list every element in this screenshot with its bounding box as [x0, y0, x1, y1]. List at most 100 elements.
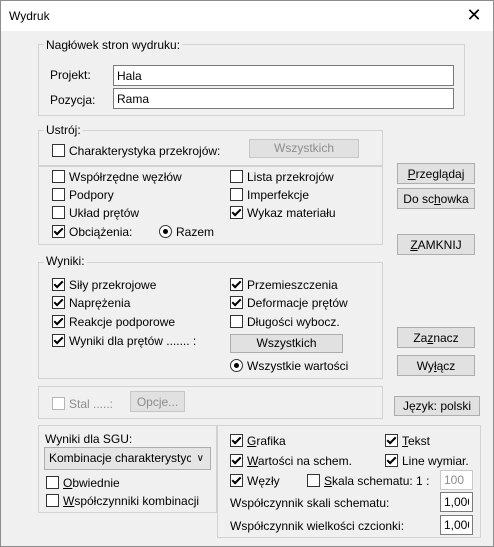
razem-radio[interactable]: Razem — [159, 225, 214, 239]
title-bar: Wydruk ✕ — [1, 1, 493, 31]
bars-layout-checkbox[interactable]: Układ prętów — [52, 206, 139, 220]
checkbox-box[interactable] — [230, 434, 243, 447]
envelopes-post: bwiednie — [72, 476, 120, 490]
checkbox-box[interactable] — [46, 476, 59, 489]
radio-circle[interactable] — [159, 225, 172, 238]
select-all-button[interactable]: Zaznacz — [397, 327, 475, 348]
text-checkbox[interactable]: Tekst — [385, 434, 430, 448]
select-pre: Za — [413, 331, 428, 345]
chevron-down-icon: ∨ — [196, 453, 204, 464]
reactions-label: Reakcje podporowe — [69, 315, 176, 329]
section-all-button[interactable]: Wszystkich — [249, 139, 359, 158]
select-post: nacz — [433, 331, 459, 345]
scheme-scale-checkbox[interactable]: Skala schematu: 1 : — [307, 474, 429, 488]
print-dialog: Wydruk ✕ Nagłówek stron wydruku: Projekt… — [0, 0, 494, 547]
razem-label: Razem — [176, 225, 215, 239]
dim-line-checkbox[interactable]: Line wymiar. — [385, 454, 469, 468]
checkbox-box[interactable] — [52, 188, 65, 201]
supports-checkbox[interactable]: Podpory — [52, 188, 114, 202]
nodes-coords-label: Współrzędne węzłów — [69, 170, 182, 184]
internal-forces-checkbox[interactable]: Siły przekrojowe — [52, 278, 156, 292]
language-button[interactable]: Język: polski — [394, 396, 480, 416]
sgu-dropdown[interactable]: Kombinacje charakterystyczne ∨ — [44, 447, 211, 470]
checkbox-box[interactable] — [307, 474, 320, 487]
imperfections-label: Imperfekcje — [247, 188, 310, 202]
font-factor-input[interactable] — [440, 515, 473, 535]
nodes-checkbox[interactable]: Węzły — [230, 474, 280, 488]
clipboard-button[interactable]: Do schowka — [397, 188, 475, 209]
close-accel: Z — [410, 238, 418, 252]
section-list-checkbox[interactable]: Lista przekrojów — [230, 170, 334, 184]
checkbox-box[interactable] — [52, 315, 65, 328]
checkbox-box[interactable] — [230, 315, 243, 328]
checkbox-box[interactable] — [52, 397, 65, 410]
deselect-post: ącz — [436, 359, 456, 373]
project-label: Projekt: — [50, 68, 91, 82]
browse-button[interactable]: Przeglądaj — [397, 163, 475, 184]
browse-accel: P — [407, 167, 416, 181]
envelopes-accel: O — [63, 476, 73, 490]
checkbox-box[interactable] — [52, 296, 65, 309]
results-all-button[interactable]: Wszystkich — [230, 334, 343, 353]
loads-checkbox[interactable]: Obciążenia: — [52, 225, 132, 239]
scale-factor-input[interactable] — [440, 492, 473, 512]
sgu-dropdown-value: Kombinacje charakterystyczne — [49, 451, 191, 465]
deformations-label: Deformacje prętów — [247, 296, 348, 310]
checkbox-box[interactable] — [52, 278, 65, 291]
values-on-scheme-checkbox[interactable]: Wartości na schem. — [230, 454, 352, 468]
results-label: Wyniki: — [44, 254, 87, 268]
checkbox-box[interactable] — [52, 225, 65, 238]
stresses-label: Naprężenia — [69, 296, 131, 310]
options-button[interactable]: Opcje... — [130, 391, 185, 412]
clipboard-post: owka — [440, 192, 469, 206]
comb-factors-checkbox[interactable]: Współczynniki kombinacji — [46, 494, 199, 508]
reactions-checkbox[interactable]: Reakcje podporowe — [52, 315, 175, 329]
radio-circle[interactable] — [230, 359, 243, 372]
all-values-label: Wszystkie wartości — [247, 359, 349, 373]
stresses-checkbox[interactable]: Naprężenia — [52, 296, 130, 310]
imperfections-checkbox[interactable]: Imperfekcje — [230, 188, 309, 202]
checkbox-box[interactable] — [46, 494, 59, 507]
scheme-scale-input[interactable] — [440, 470, 473, 490]
checkbox-box[interactable] — [230, 188, 243, 201]
structure-label: Ustrój: — [44, 123, 83, 137]
scale-post: kala schematu: 1 : — [332, 474, 430, 488]
buckling-lengths-checkbox[interactable]: Długości wybocz. — [230, 315, 340, 329]
close-icon[interactable]: ✕ — [463, 4, 485, 26]
checkbox-box[interactable] — [230, 206, 243, 219]
checkbox-box[interactable] — [230, 278, 243, 291]
section-chars-checkbox[interactable]: Charakterystyka przekrojów: — [52, 144, 220, 158]
displacements-checkbox[interactable]: Przemieszczenia — [230, 278, 338, 292]
deformations-checkbox[interactable]: Deformacje prętów — [230, 296, 348, 310]
checkbox-box[interactable] — [230, 296, 243, 309]
bar-results-checkbox[interactable]: Wyniki dla prętów ....... : — [52, 334, 196, 348]
checkbox-box[interactable] — [52, 170, 65, 183]
position-input[interactable] — [113, 88, 454, 109]
checkbox-box[interactable] — [230, 474, 243, 487]
close-button[interactable]: ZAMKNIJ — [397, 234, 475, 255]
project-input[interactable] — [113, 65, 454, 86]
material-list-label: Wykaz materiału — [247, 206, 336, 220]
buckling-lengths-label: Długości wybocz. — [247, 315, 340, 329]
checkbox-box[interactable] — [52, 206, 65, 219]
factors-accel: W — [63, 494, 75, 508]
material-list-checkbox[interactable]: Wykaz materiału — [230, 206, 336, 220]
checkbox-box[interactable] — [52, 144, 65, 157]
graphics-checkbox[interactable]: Grafika — [230, 434, 286, 448]
checkbox-box[interactable] — [52, 334, 65, 347]
values-post: artości na schem. — [257, 454, 352, 468]
checkbox-box[interactable] — [385, 454, 398, 467]
envelopes-checkbox[interactable]: Obwiednie — [46, 476, 120, 490]
clipboard-accel: h — [433, 192, 441, 206]
checkbox-box[interactable] — [230, 170, 243, 183]
header-group-label: Nagłówek stron wydruku: — [44, 38, 183, 52]
scale-accel: S — [324, 474, 333, 488]
deselect-all-button[interactable]: Wyłącz — [397, 355, 475, 376]
graphics-accel: G — [247, 434, 257, 448]
checkbox-box[interactable] — [230, 454, 243, 467]
all-values-radio[interactable]: Wszystkie wartości — [230, 359, 348, 373]
nodes-coords-checkbox[interactable]: Współrzędne węzłów — [52, 170, 182, 184]
bars-layout-label: Układ prętów — [69, 206, 140, 220]
checkbox-box[interactable] — [385, 434, 398, 447]
steel-checkbox[interactable]: Stal .....: — [52, 397, 113, 411]
